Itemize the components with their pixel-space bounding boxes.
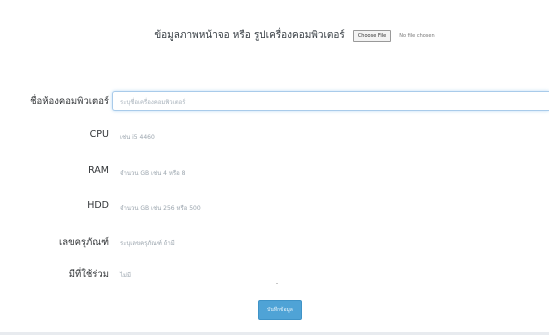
printer-input[interactable]: ไม่มี	[120, 270, 131, 280]
computer-name-placeholder: ระบุชื่อเครื่องคอมพิวเตอร์	[120, 99, 186, 106]
ram-input[interactable]: จำนวน GB เช่น 4 หรือ 8	[120, 168, 185, 178]
hdd-input[interactable]: จำนวน GB เช่น 256 หรือ 500	[120, 203, 201, 213]
printer-row: มีที่ใช้ร่วม ไม่มี	[0, 264, 549, 284]
ram-row: RAM จำนวน GB เช่น 4 หรือ 8	[0, 162, 549, 182]
printer-label: มีที่ใช้ร่วม	[68, 269, 109, 280]
choose-file-button[interactable]: Choose File	[352, 29, 392, 42]
hdd-row: HDD จำนวน GB เช่น 256 หรือ 500	[0, 197, 549, 217]
computer-name-row: ชื่อห้องคอมพิวเตอร์ ระบุชื่อเครื่องคอมพิ…	[0, 91, 549, 111]
cpu-label: CPU	[89, 129, 109, 140]
cpu-input[interactable]: เช่น i5 4460	[120, 132, 155, 142]
divider-dot	[276, 283, 278, 284]
screenshot-upload-label: ข้อมูลภาพหน้าจอ หรือ รูปเครื่องคอมพิวเตอ…	[154, 30, 345, 41]
computer-name-label: ชื่อห้องคอมพิวเตอร์	[30, 96, 109, 107]
screenshot-upload-row: ข้อมูลภาพหน้าจอ หรือ รูปเครื่องคอมพิวเตอ…	[0, 28, 549, 43]
file-status-text: No file chosen	[399, 32, 435, 39]
cpu-row: CPU เช่น i5 4460	[0, 126, 549, 146]
hdd-label: HDD	[87, 200, 109, 211]
asset-number-row: เลขครุภัณฑ์ ระบุเลขครุภัณฑ์ ถ้ามี	[0, 232, 549, 252]
asset-number-input[interactable]: ระบุเลขครุภัณฑ์ ถ้ามี	[120, 238, 175, 248]
computer-name-input[interactable]: ระบุชื่อเครื่องคอมพิวเตอร์	[112, 91, 549, 111]
ram-label: RAM	[88, 165, 109, 176]
save-button[interactable]: บันทึกข้อมูล	[258, 300, 302, 320]
asset-number-label: เลขครุภัณฑ์	[59, 237, 109, 248]
form-page: ข้อมูลภาพหน้าจอ หรือ รูปเครื่องคอมพิวเตอ…	[0, 0, 549, 335]
